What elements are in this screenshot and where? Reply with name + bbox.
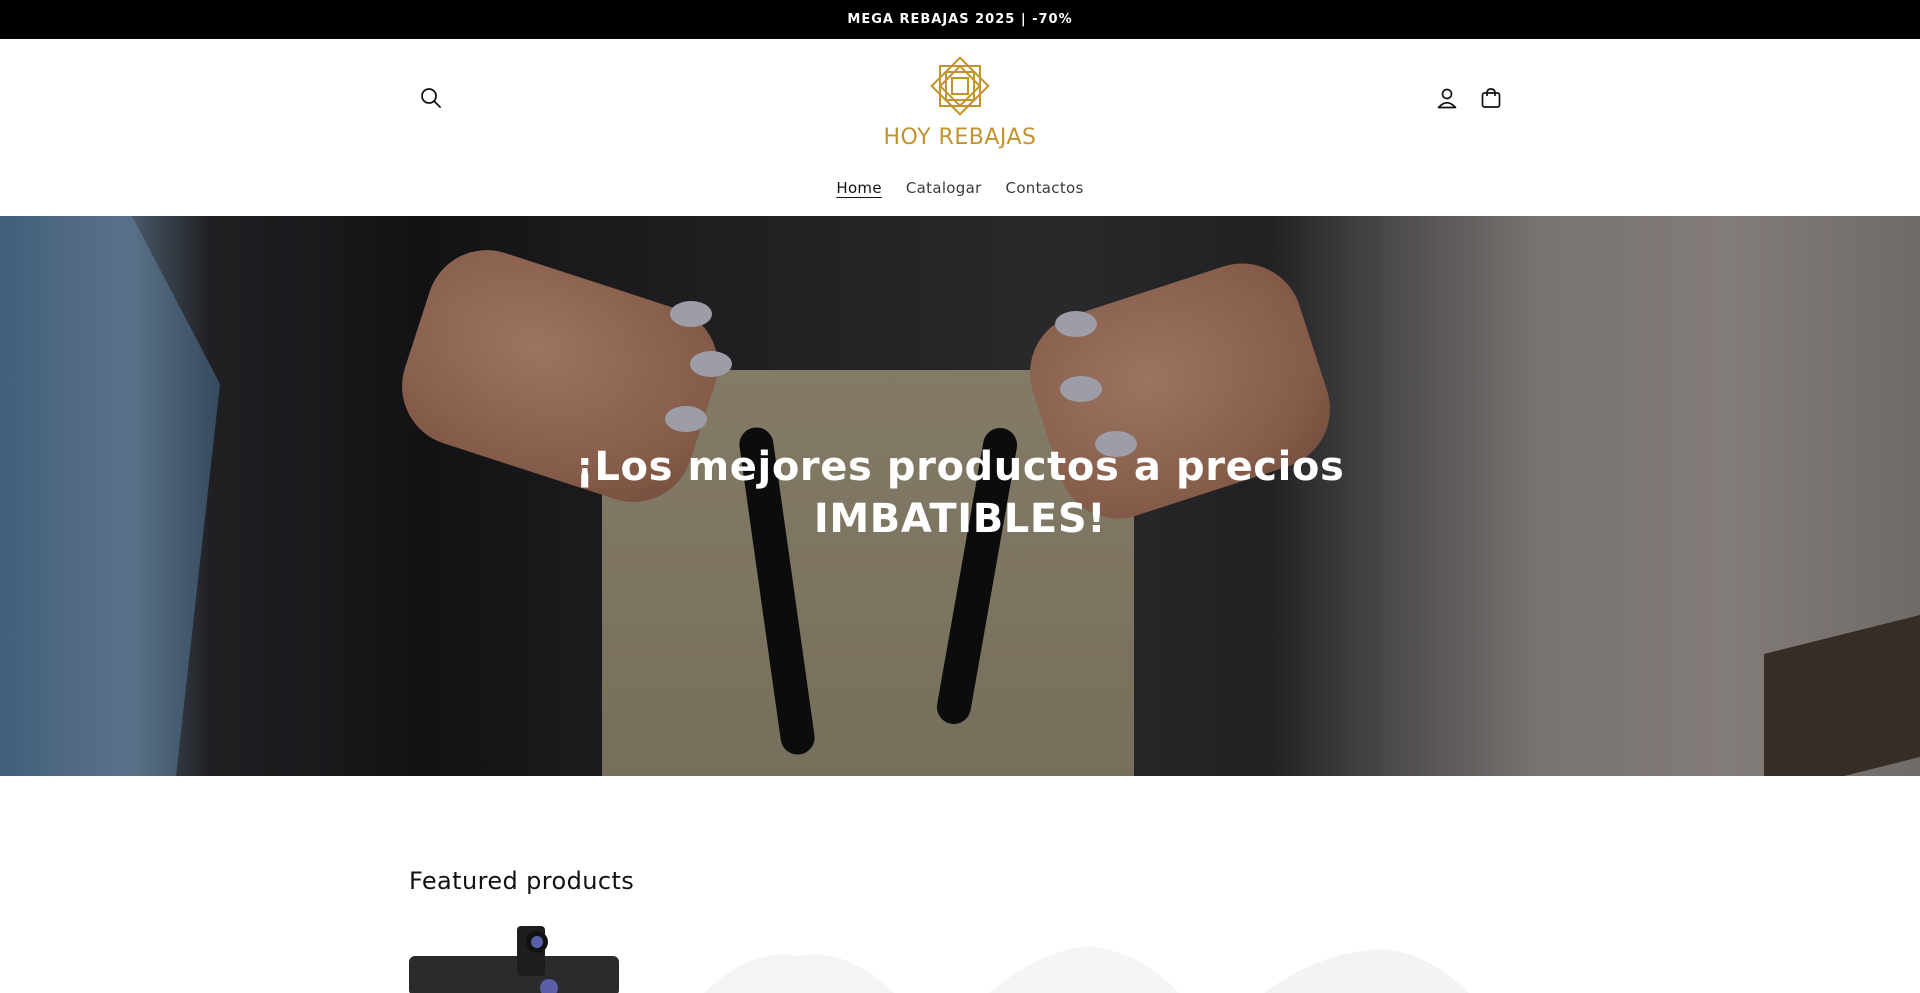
cart-icon (1481, 88, 1501, 108)
product-card[interactable] (409, 926, 619, 993)
account-button[interactable] (1427, 78, 1467, 118)
hero-title-line-1: ¡Los mejores productos a precios (575, 444, 1345, 490)
product-card[interactable] (1264, 926, 1474, 993)
hero-title: ¡Los mejores productos a precios IMBATIB… (0, 441, 1920, 545)
search-icon (421, 88, 441, 108)
product-image (704, 954, 894, 993)
site-logo[interactable]: HOY REBAJAS (860, 49, 1060, 155)
main-nav: Home Catalogar Contactos (0, 179, 1920, 197)
logo-text: HOY REBAJAS (883, 125, 1037, 150)
cart-button[interactable] (1471, 78, 1511, 118)
announcement-bar: MEGA REBAJAS 2025 | -70% (0, 0, 1920, 39)
product-image (1264, 949, 1469, 993)
star-logo-icon (930, 56, 990, 116)
site-header: HOY REBAJAS Home Catalogar Contactos (0, 39, 1920, 216)
nav-item-home[interactable]: Home (824, 179, 894, 197)
product-card[interactable] (694, 926, 904, 993)
hero-title-line-2: IMBATIBLES! (813, 496, 1107, 542)
announcement-text: MEGA REBAJAS 2025 | -70% (847, 12, 1073, 27)
user-icon (1437, 88, 1457, 109)
product-image (989, 946, 1179, 993)
hero-banner: ¡Los mejores productos a precios IMBATIB… (0, 216, 1920, 776)
nav-item-catalogar[interactable]: Catalogar (894, 179, 994, 197)
search-button[interactable] (411, 78, 451, 118)
product-image (409, 926, 619, 993)
featured-products-heading: Featured products (409, 867, 635, 895)
nav-item-contactos[interactable]: Contactos (994, 179, 1096, 197)
product-card[interactable] (979, 926, 1189, 993)
